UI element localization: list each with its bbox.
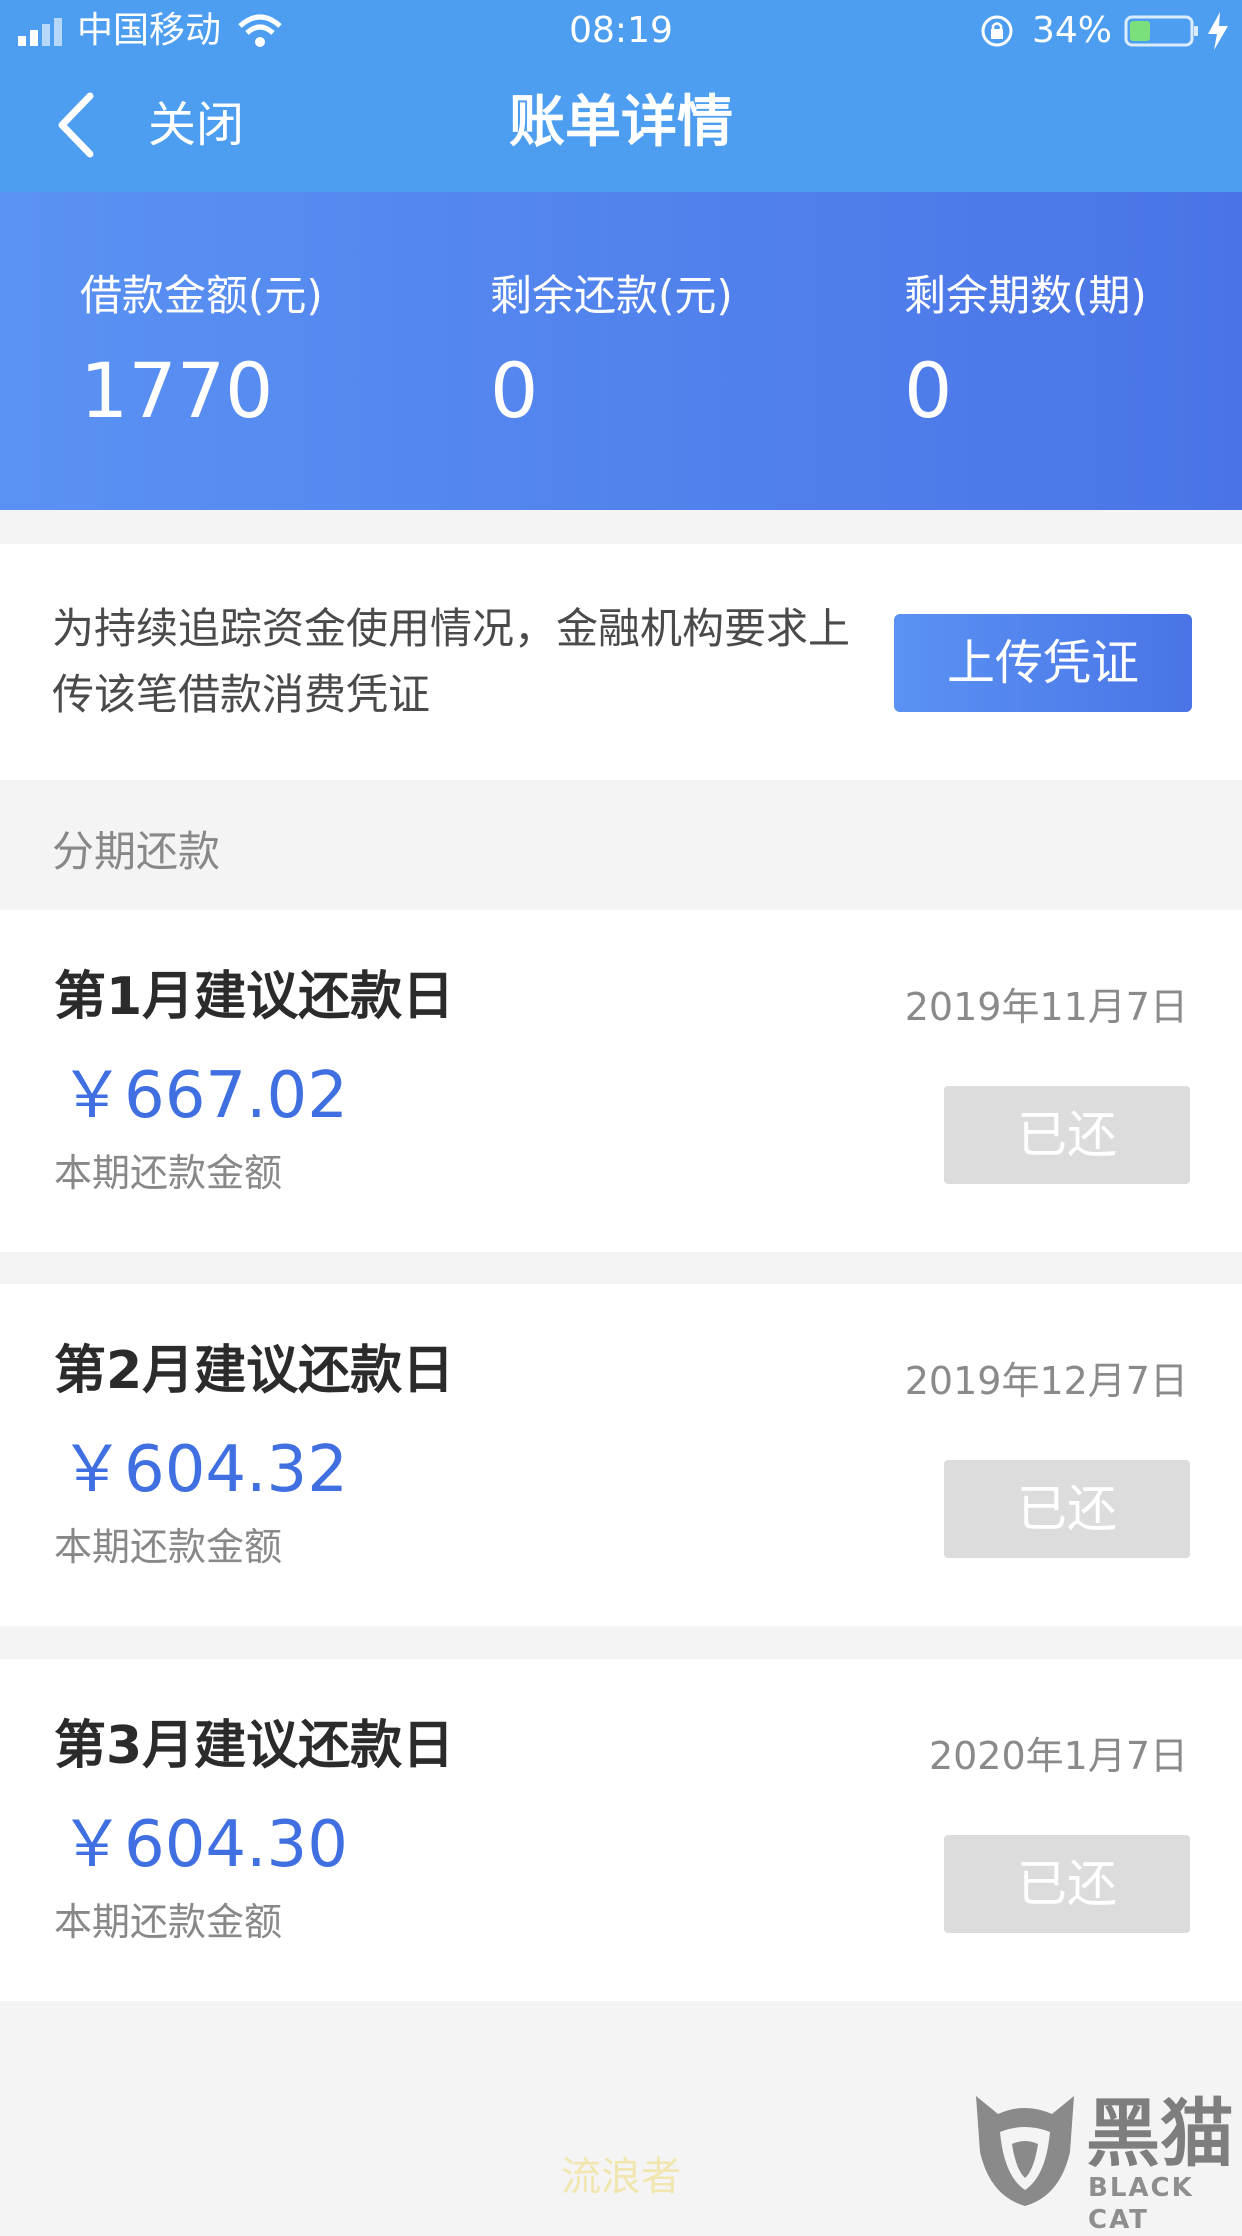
voucher-notice: 为持续追踪资金使用情况，金融机构要求上传该笔借款消费凭证 上传凭证 bbox=[0, 544, 1242, 780]
summary-loan-amount: 借款金额(元) 1770 bbox=[80, 268, 323, 436]
section-title: 分期还款 bbox=[52, 827, 221, 876]
installment-card: 第2月建议还款日 2019年12月7日 ￥604.32 本期还款金额 已还 bbox=[0, 1284, 1242, 1626]
paid-status-button[interactable]: 已还 bbox=[944, 1835, 1190, 1933]
loan-summary: 借款金额(元) 1770 剩余还款(元) 0 剩余期数(期) 0 bbox=[0, 192, 1242, 510]
installment-amount-label: 本期还款金额 bbox=[54, 1900, 283, 1944]
installment-card: 第3月建议还款日 2020年1月7日 ￥604.30 本期还款金额 已还 bbox=[0, 1659, 1242, 2001]
installment-title: 第1月建议还款日 bbox=[54, 967, 455, 1027]
summary-remaining-periods: 剩余期数(期) 0 bbox=[904, 268, 1147, 436]
black-cat-logo-icon bbox=[976, 2096, 1074, 2206]
summary-label: 剩余期数(期) bbox=[904, 271, 1147, 320]
installment-date: 2019年11月7日 bbox=[904, 985, 1188, 1029]
rotation-lock-icon bbox=[981, 15, 1013, 47]
installment-date: 2020年1月7日 bbox=[928, 1734, 1188, 1778]
summary-value: 1770 bbox=[80, 346, 274, 435]
page-title: 账单详情 bbox=[509, 90, 733, 155]
installment-card: 第1月建议还款日 2019年11月7日 ￥667.02 本期还款金额 已还 bbox=[0, 910, 1242, 1252]
status-bar: 中国移动 08:19 34% bbox=[0, 0, 1242, 62]
upload-voucher-button[interactable]: 上传凭证 bbox=[894, 614, 1192, 712]
summary-value: 0 bbox=[490, 346, 539, 435]
installment-amount: ￥604.32 bbox=[60, 1433, 348, 1507]
installment-amount: ￥604.30 bbox=[60, 1808, 348, 1882]
installment-date: 2019年12月7日 bbox=[904, 1359, 1188, 1403]
installment-amount-label: 本期还款金额 bbox=[54, 1151, 283, 1195]
notice-text: 为持续追踪资金使用情况，金融机构要求上传该笔借款消费凭证 bbox=[52, 604, 851, 719]
installment-amount-label: 本期还款金额 bbox=[54, 1525, 283, 1569]
brand-name-en: BLACK CAT bbox=[1088, 2173, 1194, 2235]
battery-percent: 34% bbox=[1031, 10, 1112, 51]
paid-status-button[interactable]: 已还 bbox=[944, 1460, 1190, 1558]
summary-label: 剩余还款(元) bbox=[490, 271, 733, 320]
nav-bar: 关闭 账单详情 bbox=[0, 62, 1242, 192]
paid-status-button[interactable]: 已还 bbox=[944, 1086, 1190, 1184]
installment-title: 第2月建议还款日 bbox=[54, 1341, 455, 1401]
battery-icon bbox=[1124, 15, 1198, 47]
summary-remaining-repayment: 剩余还款(元) 0 bbox=[490, 268, 733, 436]
installment-title: 第3月建议还款日 bbox=[54, 1716, 455, 1776]
summary-label: 借款金额(元) bbox=[80, 271, 323, 320]
charging-bolt-icon bbox=[1208, 12, 1228, 50]
brand-name-cn: 黑猫 bbox=[1086, 2091, 1234, 2177]
summary-value: 0 bbox=[904, 346, 953, 435]
installment-amount: ￥667.02 bbox=[60, 1059, 348, 1133]
